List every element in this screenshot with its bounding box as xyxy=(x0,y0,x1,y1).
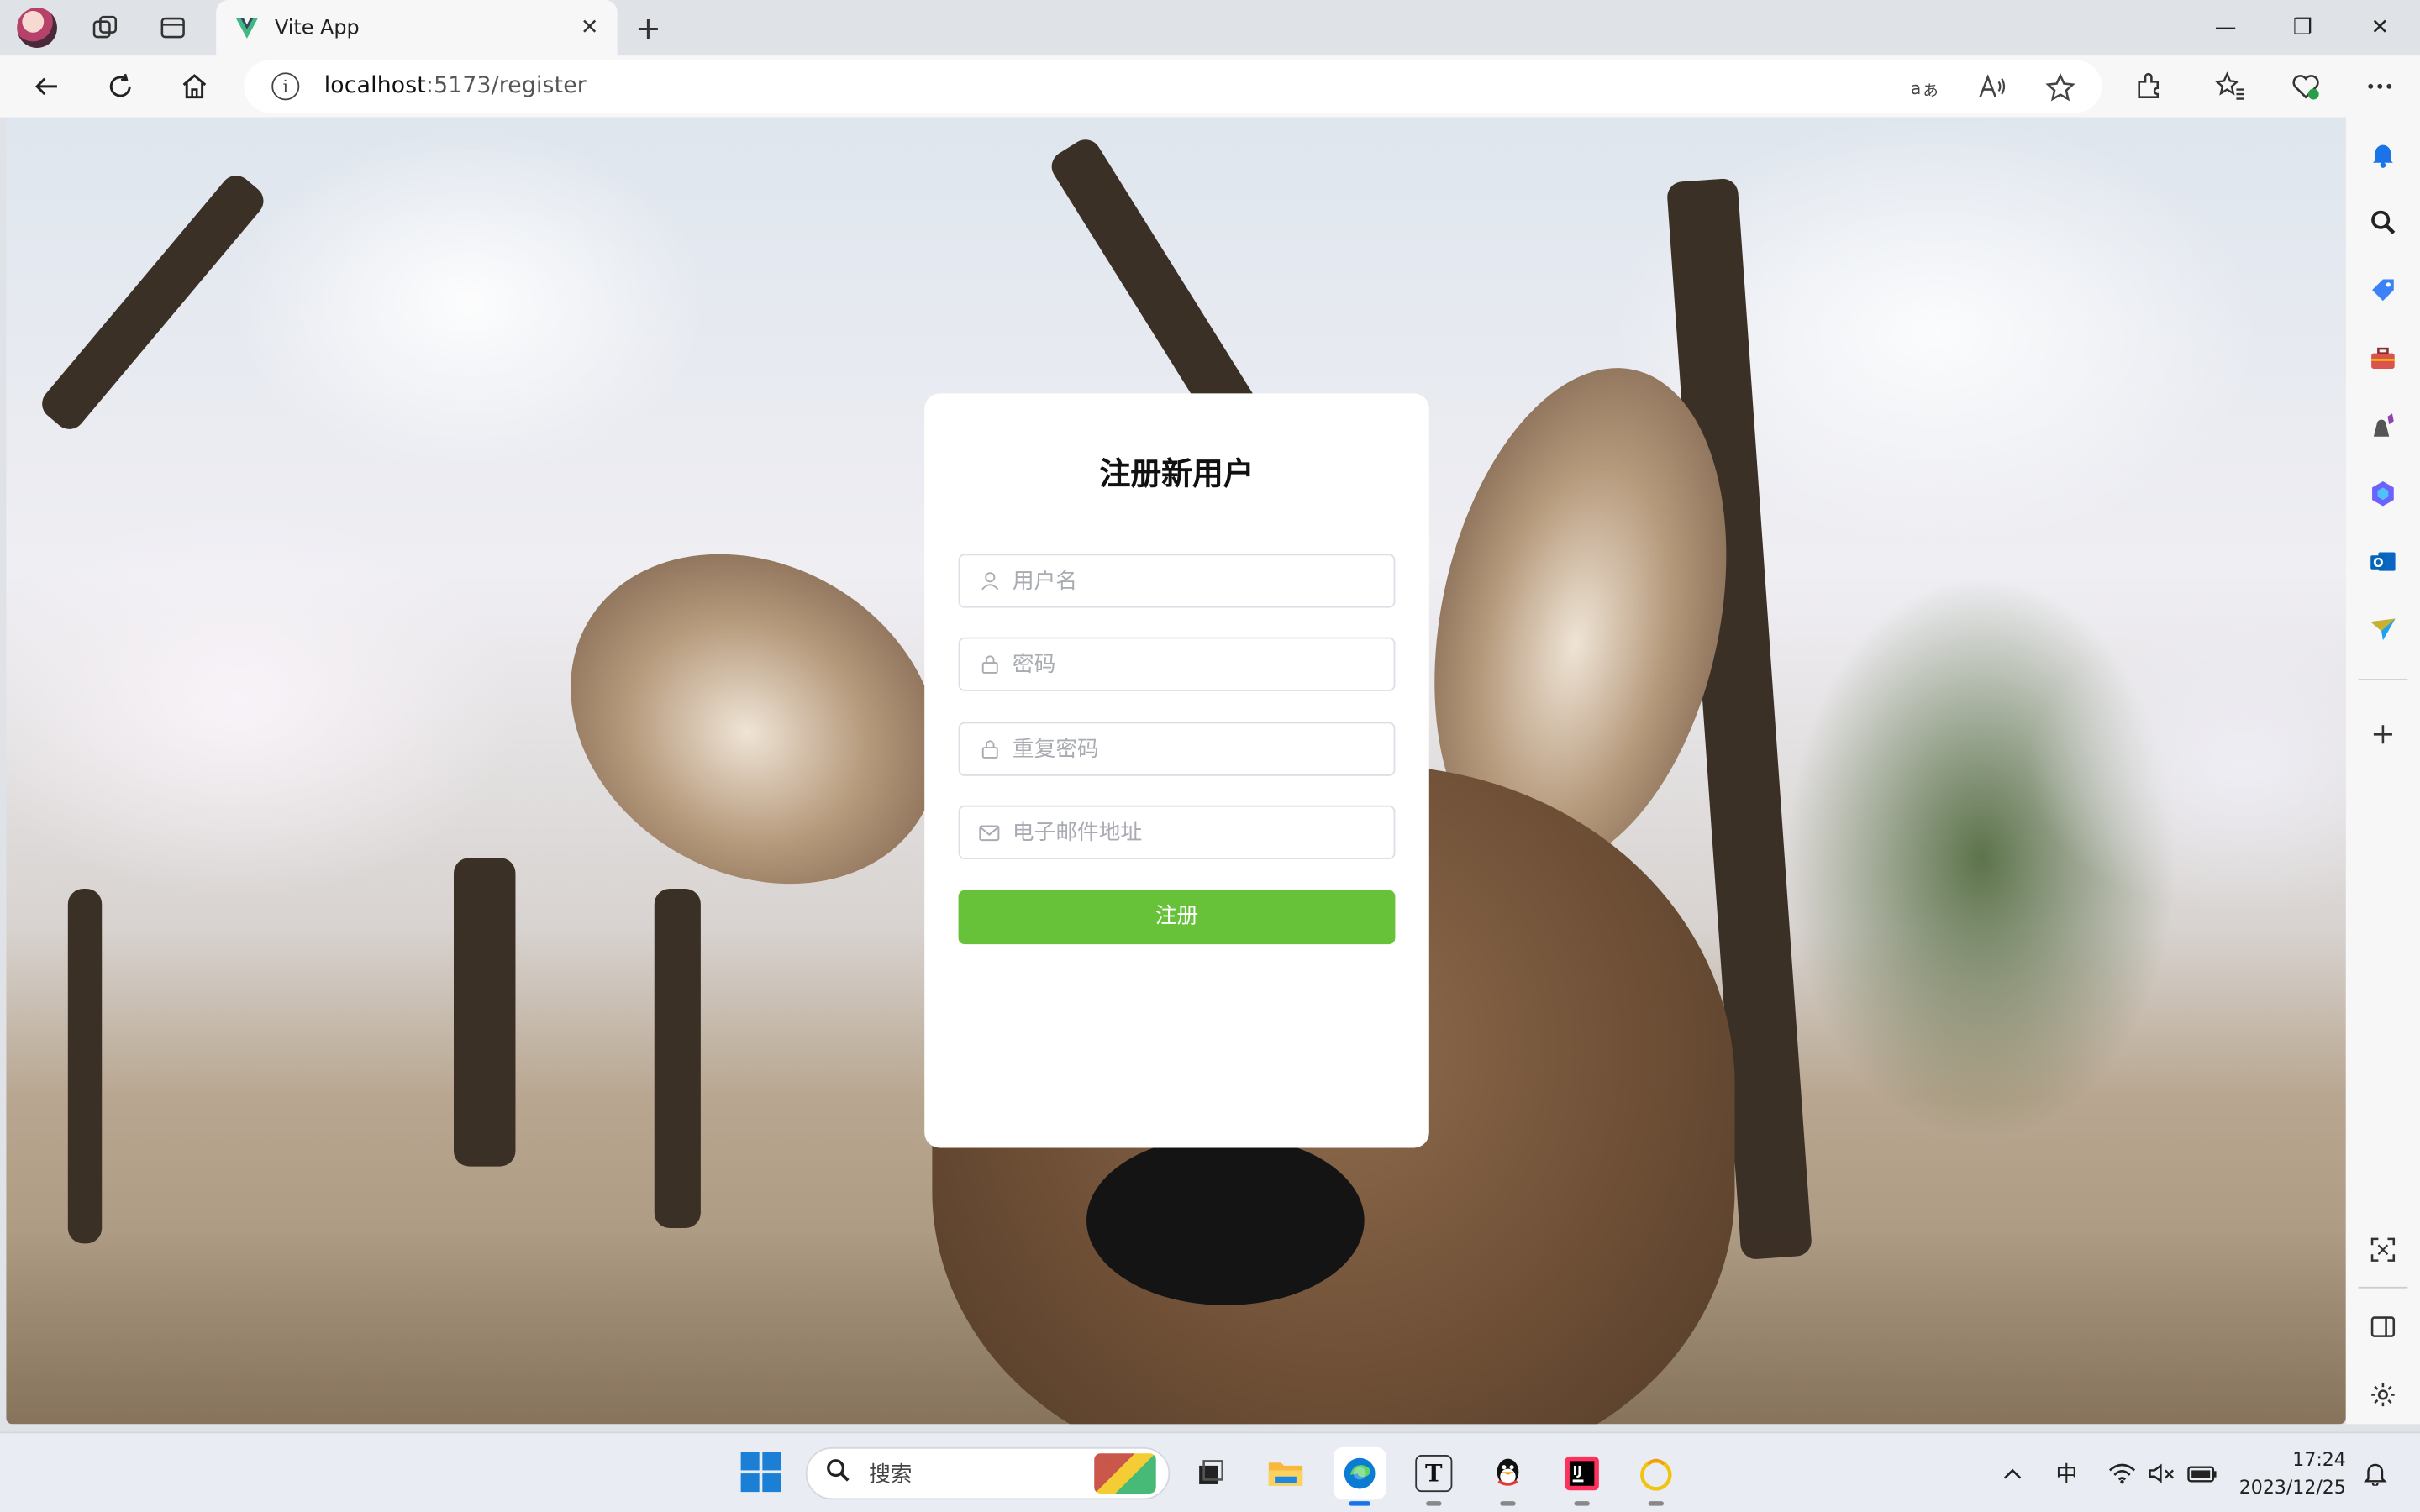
svg-text:O: O xyxy=(2373,556,2384,570)
username-field[interactable] xyxy=(958,554,1396,608)
show-hidden-icons-icon[interactable] xyxy=(1997,1458,2028,1489)
favorites-icon[interactable] xyxy=(2212,68,2249,105)
back-arrow-icon[interactable] xyxy=(22,61,71,111)
taskbar: 搜索 T IJ 中 17:24 2023/12/25 xyxy=(0,1431,2420,1512)
taskbar-search-box[interactable]: 搜索 xyxy=(805,1446,1171,1500)
battery-icon[interactable] xyxy=(2186,1458,2219,1489)
clock-time: 17:24 xyxy=(2292,1448,2346,1471)
tag-icon[interactable] xyxy=(2365,271,2402,308)
vite-logo-icon xyxy=(236,18,258,39)
app-yellow-icon[interactable] xyxy=(1630,1447,1682,1506)
profile-avatar[interactable] xyxy=(17,8,57,48)
copilot-icon[interactable] xyxy=(2365,475,2402,512)
user-icon xyxy=(978,570,1000,592)
confirm-password-field[interactable] xyxy=(958,722,1396,776)
register-card: 注册新用户 用户名 电子邮件地址 注册 xyxy=(924,393,1429,1148)
lock-icon xyxy=(978,738,1000,760)
ime-indicator[interactable]: 中 xyxy=(2049,1458,2083,1489)
url-text[interactable]: localhost:5173/register xyxy=(324,74,587,98)
close-window-button[interactable]: ✕ xyxy=(2343,0,2417,55)
home-icon[interactable] xyxy=(170,61,219,111)
username-input[interactable] xyxy=(1012,557,1394,605)
translate-icon[interactable]: aあ xyxy=(1907,71,1941,104)
qq-icon[interactable] xyxy=(1481,1447,1534,1506)
register-button[interactable]: 注册 xyxy=(958,890,1396,945)
email-field[interactable] xyxy=(958,805,1396,860)
edge-sidebar: O xyxy=(2345,117,2420,1425)
address-bar[interactable]: i localhost:5173/register aあ xyxy=(244,60,2102,113)
page-viewport: 注册新用户 用户名 电子邮件地址 注册 xyxy=(6,117,2346,1425)
taskbar-search-label: 搜索 xyxy=(869,1462,913,1488)
file-explorer-icon[interactable] xyxy=(1260,1447,1312,1499)
search-icon xyxy=(826,1458,850,1489)
system-clock[interactable]: 17:24 2023/12/25 xyxy=(2223,1446,2346,1501)
split-screen-icon[interactable] xyxy=(2365,1309,2402,1346)
tab-close-icon[interactable]: ✕ xyxy=(571,15,608,39)
url-path: :5173/register xyxy=(425,74,587,99)
refresh-icon[interactable] xyxy=(96,61,145,111)
email-input[interactable] xyxy=(1012,809,1394,856)
svg-text:IJ: IJ xyxy=(1573,1464,1582,1478)
taskview-icon[interactable] xyxy=(1184,1447,1236,1499)
minimize-button[interactable]: — xyxy=(2188,0,2262,55)
workspaces-icon[interactable] xyxy=(83,6,126,49)
read-aloud-icon[interactable] xyxy=(1975,71,2009,104)
typora-icon[interactable]: T xyxy=(1407,1447,1460,1506)
bell-icon[interactable] xyxy=(2365,136,2402,173)
url-host: localhost xyxy=(324,74,426,99)
new-tab-icon[interactable]: + xyxy=(627,6,670,49)
windows-start-icon[interactable] xyxy=(740,1452,784,1494)
favorite-star-icon[interactable] xyxy=(2044,71,2077,104)
confirm-password-input[interactable] xyxy=(1012,726,1394,773)
toolbox-icon[interactable] xyxy=(2365,339,2402,376)
svg-text:a: a xyxy=(1911,78,1921,98)
screenshot-icon[interactable] xyxy=(2365,1231,2402,1268)
svg-text:あ: あ xyxy=(1923,82,1939,100)
search-highlight-image xyxy=(1094,1453,1156,1494)
search-icon[interactable] xyxy=(2365,203,2402,240)
password-input[interactable] xyxy=(1012,641,1394,688)
outlook-icon[interactable]: O xyxy=(2365,543,2402,580)
edge-taskbar-icon[interactable] xyxy=(1333,1446,1386,1506)
intellij-icon[interactable]: IJ xyxy=(1555,1447,1607,1506)
clock-date: 2023/12/25 xyxy=(2238,1476,2346,1499)
wifi-icon[interactable] xyxy=(2105,1458,2139,1489)
volume-muted-icon[interactable] xyxy=(2145,1458,2179,1489)
send-icon[interactable] xyxy=(2365,611,2402,648)
site-info-icon[interactable]: i xyxy=(271,72,300,101)
page-title: 注册新用户 xyxy=(1099,454,1255,492)
tab-title: Vite App xyxy=(274,16,360,39)
title-bar: Vite App ✕ + — ❐ ✕ xyxy=(0,0,2420,56)
lock-icon xyxy=(978,654,1000,675)
password-field[interactable] xyxy=(958,637,1396,691)
notification-bell-icon[interactable] xyxy=(2359,1458,2392,1489)
vertical-tabs-icon[interactable] xyxy=(151,6,194,49)
browser-toolbar: i localhost:5173/register aあ xyxy=(0,55,2420,118)
restore-button[interactable]: ❐ xyxy=(2265,0,2339,55)
add-icon[interactable] xyxy=(2365,716,2402,753)
browser-essentials-icon[interactable] xyxy=(2287,68,2324,105)
games-icon[interactable] xyxy=(2365,407,2402,444)
tab-vite-app[interactable]: Vite App ✕ xyxy=(216,0,618,56)
settings-icon[interactable] xyxy=(2365,1376,2402,1413)
mail-icon xyxy=(978,822,1000,843)
extensions-icon[interactable] xyxy=(2130,68,2167,105)
more-icon[interactable] xyxy=(2361,68,2398,105)
